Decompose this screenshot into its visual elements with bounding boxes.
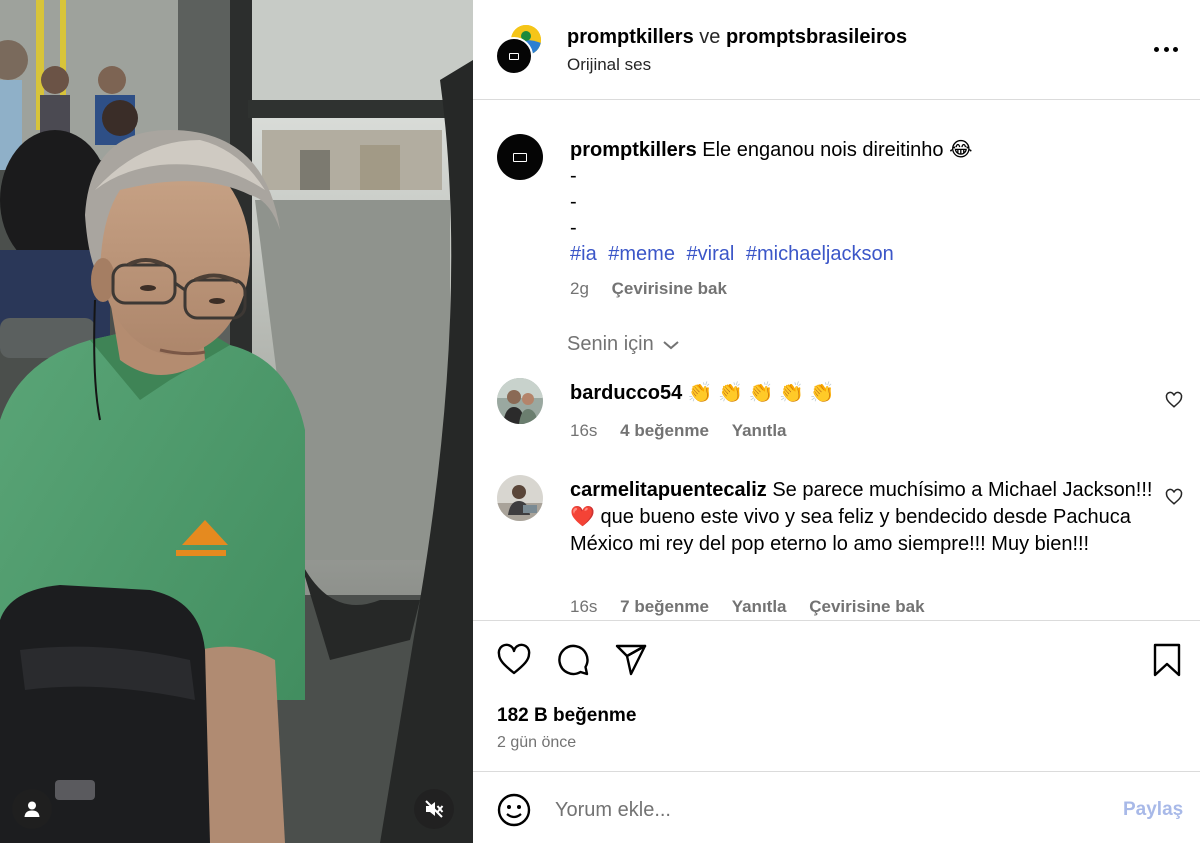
- post-header: promptkillers ve promptsbrasileiros Orij…: [473, 0, 1200, 100]
- commenter-avatar[interactable]: [497, 378, 543, 424]
- chevron-down-icon: [663, 340, 679, 349]
- comment-meta: 16s 4 beğenme Yanıtla: [570, 421, 787, 441]
- comments-sort-label: Senin için: [567, 333, 654, 355]
- post-authors: promptkillers ve promptsbrasileiros: [567, 26, 907, 49]
- comment-meta: 16s 7 beğenme Yanıtla Çevirisine bak: [570, 597, 925, 617]
- caption-dash-line: -: [570, 217, 577, 239]
- comment-text: barducco54 👏 👏 👏 👏 👏: [570, 380, 1155, 407]
- reply-link[interactable]: Yanıtla: [732, 597, 787, 616]
- caption-dash-line: -: [570, 191, 577, 213]
- author-link[interactable]: promptkillers: [567, 26, 694, 48]
- comment-time[interactable]: 16s: [570, 597, 597, 616]
- comments-sort-dropdown[interactable]: Senin için: [567, 333, 680, 356]
- author-connector: ve: [699, 26, 721, 48]
- comment-like-heart-icon[interactable]: [1165, 488, 1183, 506]
- heart-icon[interactable]: [497, 643, 531, 677]
- comment-bubble-icon[interactable]: [556, 643, 590, 677]
- collaborator-link[interactable]: promptsbrasileiros: [726, 26, 907, 48]
- reply-link[interactable]: Yanıtla: [732, 421, 787, 440]
- promptkillers-logo-icon: [513, 152, 527, 162]
- caption-meta: 2g Çevirisine bak: [570, 279, 727, 299]
- avatar-promptkillers[interactable]: [495, 37, 533, 75]
- emoji-icon[interactable]: [497, 793, 531, 827]
- comment-composer: Paylaş: [473, 773, 1200, 843]
- comment-likes[interactable]: 4 beğenme: [620, 421, 709, 440]
- paper-plane-icon[interactable]: [614, 643, 648, 677]
- caption-hashtags: #ia #meme #viral #michaeljackson: [570, 243, 900, 266]
- bookmark-icon[interactable]: [1150, 643, 1184, 677]
- post-timestamp[interactable]: 2 gün önce: [497, 734, 576, 752]
- user-tag-button[interactable]: [12, 789, 52, 829]
- more-dot-icon: [1154, 46, 1159, 52]
- video-frame: [0, 0, 473, 843]
- speaker-muted-icon: [425, 800, 444, 818]
- comment-text: carmelitapuentecaliz Se parece muchísimo…: [570, 477, 1155, 558]
- hashtag-link[interactable]: #meme: [608, 243, 675, 265]
- caption-dash-line: -: [570, 165, 577, 187]
- mute-toggle-button[interactable]: [414, 789, 454, 829]
- comment-body: 👏 👏 👏 👏 👏: [687, 382, 835, 404]
- comment-username[interactable]: carmelitapuentecaliz: [570, 479, 767, 501]
- user-tag-icon: [24, 801, 40, 817]
- hashtag-link[interactable]: #michaeljackson: [746, 243, 894, 265]
- collab-avatars[interactable]: [495, 23, 547, 75]
- comment-like-heart-icon[interactable]: [1165, 391, 1183, 409]
- more-dot-icon: [1173, 46, 1178, 52]
- post-details-panel: promptkillers ve promptsbrasileiros Orij…: [473, 0, 1200, 843]
- hashtag-link[interactable]: #viral: [687, 243, 735, 265]
- comment-likes[interactable]: 7 beğenme: [620, 597, 709, 616]
- caption-username[interactable]: promptkillers: [570, 139, 697, 161]
- comment-input[interactable]: [555, 793, 1095, 827]
- caption-time[interactable]: 2g: [570, 279, 589, 298]
- commenter-avatar[interactable]: [497, 475, 543, 521]
- comments-section[interactable]: promptkillers Ele enganou nois direitinh…: [473, 101, 1200, 620]
- post-comment-button[interactable]: Paylaş: [1123, 799, 1183, 821]
- comment-username[interactable]: barducco54: [570, 382, 682, 404]
- caption-avatar[interactable]: [497, 134, 543, 180]
- see-translation-link[interactable]: Çevirisine bak: [612, 279, 727, 298]
- likes-count[interactable]: 182 B beğenme: [497, 705, 636, 727]
- caption-text: promptkillers Ele enganou nois direitinh…: [570, 137, 1155, 164]
- audio-label[interactable]: Orijinal ses: [567, 55, 651, 75]
- promptkillers-logo-icon: [509, 52, 519, 60]
- see-translation-link[interactable]: Çevirisine bak: [809, 597, 924, 616]
- post-media[interactable]: [0, 0, 473, 843]
- caption-body: Ele enganou nois direitinho 😂: [702, 139, 973, 161]
- hashtag-link[interactable]: #ia: [570, 243, 597, 265]
- comment-time[interactable]: 16s: [570, 421, 597, 440]
- post-actions: 182 B beğenme 2 gün önce: [473, 620, 1200, 772]
- more-dot-icon: [1163, 46, 1169, 52]
- more-options-button[interactable]: [1149, 38, 1183, 60]
